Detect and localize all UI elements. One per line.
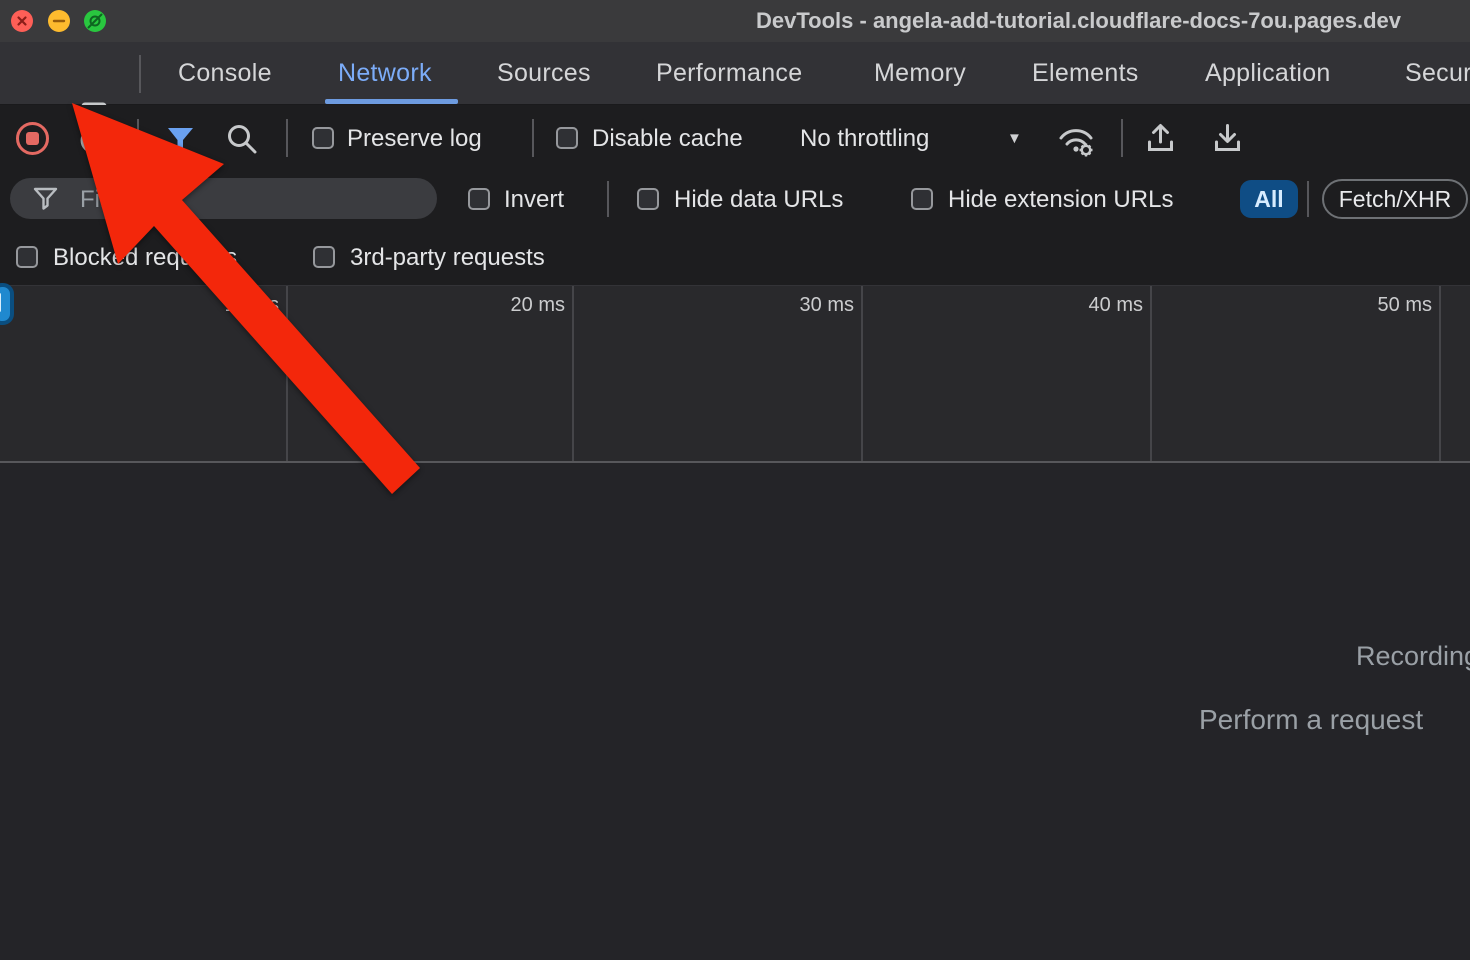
empty-state-line2: Perform a request (1199, 704, 1423, 736)
tab-network[interactable]: Network (338, 42, 432, 105)
timeline-tick: 20 ms (455, 294, 565, 317)
filter-input[interactable] (78, 184, 427, 216)
empty-state-line1: Recording network activity… (1356, 641, 1470, 672)
zoom-button[interactable] (84, 10, 106, 32)
minimize-button[interactable] (48, 10, 70, 32)
timeline-gridline (861, 286, 863, 461)
network-toolbar: Preserve log Disable cache No throttling… (0, 105, 1470, 170)
tab-application[interactable]: Application (1205, 42, 1331, 105)
timeline-gridline (286, 286, 288, 461)
preserve-log-label: Preserve log (347, 125, 482, 153)
tab-elements[interactable]: Elements (1032, 42, 1139, 105)
toolbar-separator (532, 119, 534, 157)
timeline-gridline (1439, 286, 1441, 461)
window-titlebar: DevTools - angela-add-tutorial.cloudflar… (0, 0, 1470, 42)
hide-extension-urls-label: Hide extension URLs (948, 186, 1173, 214)
request-type-chip-all[interactable]: All (1240, 180, 1298, 218)
hide-extension-urls-checkbox[interactable] (911, 188, 933, 210)
wifi-gear-icon (1054, 121, 1098, 159)
minimize-icon (48, 10, 70, 32)
invert-checkbox[interactable] (468, 188, 490, 210)
record-icon (14, 120, 51, 157)
tab-sources[interactable]: Sources (497, 42, 591, 105)
toolbar-separator (286, 119, 288, 157)
filterbar-separator (1307, 181, 1309, 217)
overview-handle-grip (0, 293, 1, 312)
timeline-tick: 30 ms (744, 294, 854, 317)
download-icon (1210, 121, 1245, 155)
filter-input-pill[interactable] (10, 178, 437, 219)
preserve-log-checkbox[interactable] (312, 127, 334, 149)
record-button[interactable] (14, 120, 51, 157)
search-button[interactable] (226, 123, 259, 156)
timeline-tick: 50 ms (1322, 294, 1432, 317)
timeline-gridline (1150, 286, 1152, 461)
devtools-tabbar: Console Network Sources Performance Memo… (0, 42, 1470, 105)
filterbar-separator (607, 181, 609, 217)
filter-bar-secondary: Blocked requests 3rd-party requests (0, 228, 1470, 285)
zoom-icon (84, 10, 106, 32)
close-icon (11, 10, 33, 32)
import-har-button[interactable] (1143, 121, 1178, 155)
timeline-tick: 40 ms (1033, 294, 1143, 317)
third-party-requests-checkbox[interactable] (313, 246, 335, 268)
request-type-chip-fetch-xhr[interactable]: Fetch/XHR (1322, 179, 1468, 219)
throttling-value: No throttling (800, 125, 929, 153)
funnel-icon (164, 124, 196, 154)
blocked-requests-label: Blocked requests (53, 244, 237, 272)
tab-memory[interactable]: Memory (874, 42, 966, 105)
network-conditions-button[interactable] (1054, 121, 1098, 159)
clear-icon (80, 127, 107, 154)
overview-handle[interactable] (0, 283, 14, 325)
disable-cache-checkbox[interactable] (556, 127, 578, 149)
disable-cache-label: Disable cache (592, 125, 743, 153)
blocked-requests-checkbox[interactable] (16, 246, 38, 268)
filter-toggle-button[interactable] (164, 124, 196, 154)
network-overview-timeline[interactable]: 10 ms 20 ms 30 ms 40 ms 50 ms (0, 285, 1470, 463)
timeline-tick: 10 ms (169, 294, 279, 317)
timeline-gridline (572, 286, 574, 461)
close-button[interactable] (11, 10, 33, 32)
throttling-select[interactable]: No throttling ▼ (790, 105, 1040, 170)
tab-security[interactable]: Security (1405, 42, 1470, 105)
window-title: DevTools - angela-add-tutorial.cloudflar… (756, 8, 1401, 34)
hide-data-urls-checkbox[interactable] (637, 188, 659, 210)
clear-button[interactable] (80, 127, 107, 154)
third-party-requests-label: 3rd-party requests (350, 244, 545, 272)
search-icon (226, 123, 259, 156)
export-har-button[interactable] (1210, 121, 1245, 155)
devtools-window: DevTools - angela-add-tutorial.cloudflar… (0, 0, 1470, 960)
toolbar-separator (1121, 119, 1123, 157)
upload-icon (1143, 121, 1178, 155)
chevron-down-icon: ▼ (1007, 130, 1022, 147)
tab-console[interactable]: Console (178, 42, 272, 105)
hide-data-urls-label: Hide data URLs (674, 186, 843, 214)
tab-performance[interactable]: Performance (656, 42, 802, 105)
filter-bar: Invert Hide data URLs Hide extension URL… (0, 170, 1470, 228)
filter-funnel-icon (32, 185, 59, 212)
active-tab-underline (325, 99, 458, 104)
invert-label: Invert (504, 186, 564, 214)
toolbar-separator (137, 119, 139, 157)
tabbar-separator (139, 55, 141, 93)
